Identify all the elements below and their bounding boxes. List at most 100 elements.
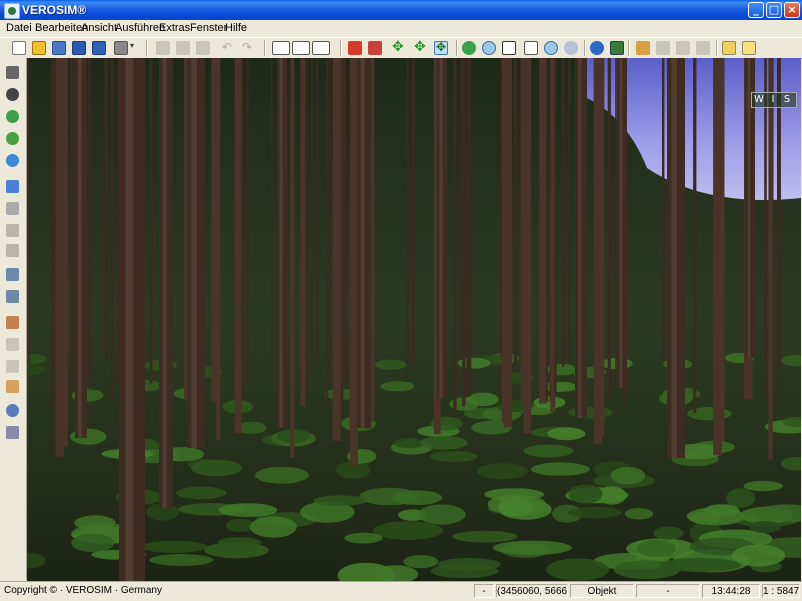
tree-trunk: [211, 58, 220, 402]
zoom-out-icon[interactable]: [544, 41, 558, 55]
tree-trunk-highlight: [78, 58, 82, 438]
maximize-button[interactable]: □: [766, 2, 782, 18]
copy-icon[interactable]: [176, 41, 190, 55]
tree-trunk: [466, 58, 470, 397]
undo-icon[interactable]: ↶: [222, 41, 236, 55]
tree-trunk: [246, 58, 249, 385]
scatter-icon[interactable]: [6, 244, 19, 257]
paste-icon[interactable]: [196, 41, 210, 55]
status-mode: Objekt: [570, 584, 634, 598]
bush: [498, 496, 533, 517]
bush: [653, 526, 684, 540]
tree-trunk: [27, 58, 30, 366]
open-folder-icon[interactable]: [32, 41, 46, 55]
camera-icon[interactable]: [368, 41, 382, 55]
tree-trunk: [607, 58, 611, 399]
pan-icon[interactable]: ✥: [414, 40, 428, 55]
window-title: VEROSIM®: [22, 3, 87, 17]
bush: [419, 436, 468, 450]
cross-tool-icon[interactable]: [6, 224, 19, 237]
navigate-icon[interactable]: ✥: [434, 41, 448, 55]
map-icon[interactable]: [610, 41, 624, 55]
tree-trunk: [520, 58, 527, 405]
zoom-reset-icon[interactable]: [564, 41, 578, 55]
measure-icon[interactable]: [292, 41, 310, 55]
bush: [743, 480, 783, 492]
align-icon[interactable]: [6, 268, 19, 281]
compass-w: W: [754, 94, 764, 105]
bush: [141, 540, 208, 553]
brush-icon[interactable]: [6, 88, 19, 101]
close-button[interactable]: ×: [784, 2, 800, 18]
menu-ausfuehren[interactable]: Ausführen: [115, 22, 165, 34]
save-icon[interactable]: [72, 41, 86, 55]
bush: [418, 504, 466, 525]
bush: [255, 466, 309, 484]
tree-trunk: [104, 58, 107, 360]
toolbar-separator: [628, 40, 630, 56]
menu-extras[interactable]: Extras: [159, 22, 190, 34]
open-project-icon[interactable]: [52, 41, 66, 55]
app-icon[interactable]: [4, 3, 20, 19]
bush: [175, 486, 227, 500]
zoom-center-icon[interactable]: [462, 41, 476, 55]
target-icon[interactable]: [6, 404, 19, 417]
knife-icon[interactable]: [6, 316, 19, 329]
eraser-icon[interactable]: [6, 202, 19, 215]
tree-trunk-highlight: [360, 58, 365, 428]
tool-d-icon[interactable]: [696, 41, 710, 55]
window-tile-icon[interactable]: [742, 41, 756, 55]
menu-hilfe[interactable]: Hilfe: [225, 22, 247, 34]
zoom-in-icon[interactable]: [482, 41, 496, 55]
3d-viewport[interactable]: WIS: [27, 58, 801, 581]
tree-trunk-highlight: [619, 58, 623, 388]
sphere-icon[interactable]: [6, 154, 19, 167]
status-coordinates: (3456060, 5666312): [496, 584, 568, 598]
tree-trunk: [55, 58, 64, 457]
record-icon[interactable]: [348, 41, 362, 55]
compass-indicator[interactable]: WIS: [751, 92, 797, 108]
terrain-icon[interactable]: [6, 132, 19, 145]
zoom-window-icon[interactable]: [502, 41, 516, 55]
rotate-icon[interactable]: [6, 360, 19, 373]
menu-fenster[interactable]: Fenster: [190, 22, 227, 34]
minimize-button[interactable]: _: [748, 2, 764, 18]
menu-datei[interactable]: Datei: [6, 22, 32, 34]
pencil-icon[interactable]: [6, 180, 19, 193]
globe-icon[interactable]: [590, 41, 604, 55]
layer-icon[interactable]: [6, 66, 19, 79]
tool-c-icon[interactable]: [676, 41, 690, 55]
print-dropdown-icon[interactable]: ▾: [130, 41, 138, 55]
redo-icon[interactable]: ↷: [242, 41, 256, 55]
menu-ansicht[interactable]: Ansicht: [81, 22, 117, 34]
print-icon[interactable]: [114, 41, 128, 55]
tree-trunk-highlight: [578, 58, 582, 418]
bush: [374, 359, 407, 370]
tree-icon[interactable]: [6, 110, 19, 123]
tree-trunk: [88, 58, 91, 377]
tree-trunk: [52, 58, 55, 368]
cut-icon[interactable]: [156, 41, 170, 55]
save-all-icon[interactable]: [92, 41, 106, 55]
tree-trunk-highlight: [162, 58, 167, 508]
distribute-icon[interactable]: [6, 290, 19, 303]
status-bar: Copyright © · VEROSIM · Germany - (34560…: [0, 581, 802, 601]
tool-a-icon[interactable]: [636, 41, 650, 55]
bush: [610, 466, 646, 485]
tree-trunk-highlight: [671, 58, 677, 458]
hand-icon[interactable]: [6, 380, 19, 393]
tree-trunk: [501, 58, 509, 423]
ruler-icon[interactable]: [312, 41, 330, 55]
new-file-icon[interactable]: [12, 41, 26, 55]
link-icon[interactable]: [272, 41, 290, 55]
spray-icon[interactable]: [6, 338, 19, 351]
robot-icon[interactable]: [6, 426, 19, 439]
window-layout-icon[interactable]: [722, 41, 736, 55]
zoom-extents-icon[interactable]: [524, 41, 538, 55]
tree-trunk: [615, 58, 617, 392]
tree-trunk: [72, 58, 75, 373]
move-icon[interactable]: ✥: [392, 40, 406, 55]
tool-b-icon[interactable]: [656, 41, 670, 55]
tree-trunk: [271, 58, 273, 382]
tree-trunk: [469, 58, 472, 397]
